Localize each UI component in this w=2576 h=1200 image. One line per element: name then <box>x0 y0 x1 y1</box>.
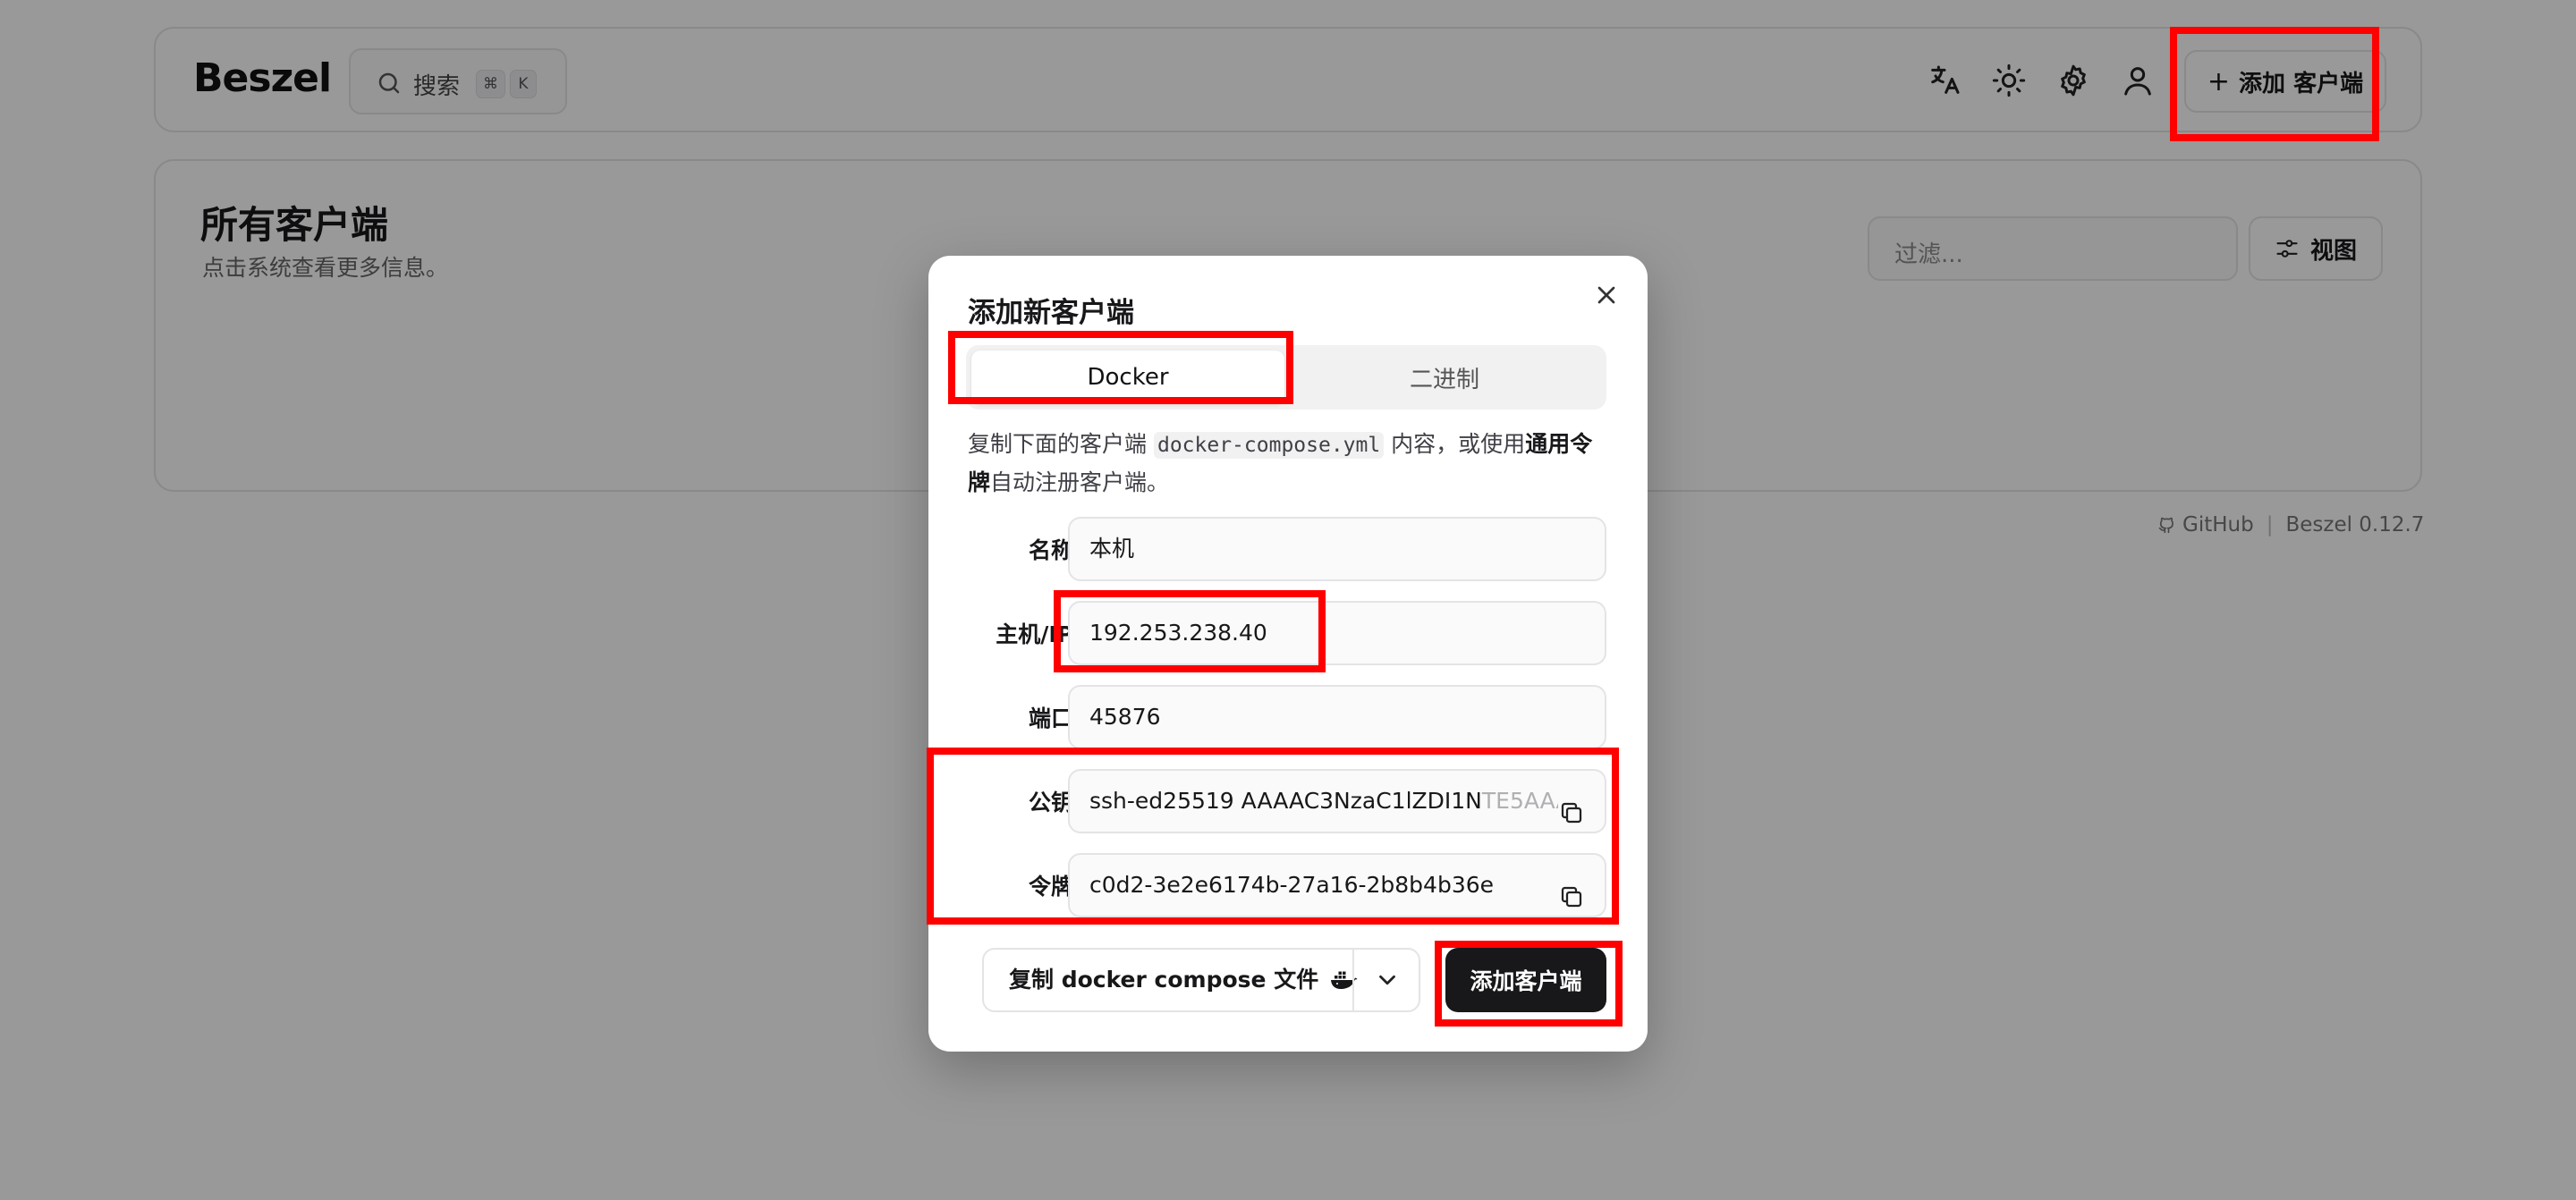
highlight-host-field <box>1054 590 1326 672</box>
close-icon[interactable] <box>1592 281 1621 309</box>
compose-options-dropdown[interactable] <box>1354 950 1420 1010</box>
name-label: 名称 <box>1028 537 1073 563</box>
desc-before: 复制下面的客户端 <box>968 431 1148 457</box>
copy-compose-button[interactable]: 复制 docker compose 文件 <box>1009 950 1358 1010</box>
chevron-down-icon <box>1379 975 1395 985</box>
highlight-add-client-button <box>2170 27 2379 141</box>
desc-code: docker-compose.yml <box>1153 432 1385 459</box>
name-field[interactable]: 本机 <box>1068 517 1606 581</box>
dialog-description: 复制下面的客户端 docker-compose.yml 内容，或使用通用令牌自动… <box>968 426 1612 502</box>
copy-compose-label: 复制 docker compose 文件 <box>1009 967 1319 993</box>
tab-binary[interactable]: 二进制 <box>1288 351 1601 404</box>
highlight-submit-button <box>1435 941 1623 1027</box>
copy-compose-button-group: 复制 docker compose 文件 <box>982 948 1420 1012</box>
dialog-title: 添加新客户端 <box>968 297 1134 329</box>
desc-middle: 内容，或使用 <box>1391 431 1526 457</box>
port-label: 端口 <box>1028 706 1073 731</box>
highlight-key-token-fields <box>927 748 1619 925</box>
port-field[interactable]: 45876 <box>1068 685 1606 749</box>
desc-after: 自动注册客户端。 <box>990 469 1170 495</box>
highlight-docker-tab <box>948 331 1293 404</box>
